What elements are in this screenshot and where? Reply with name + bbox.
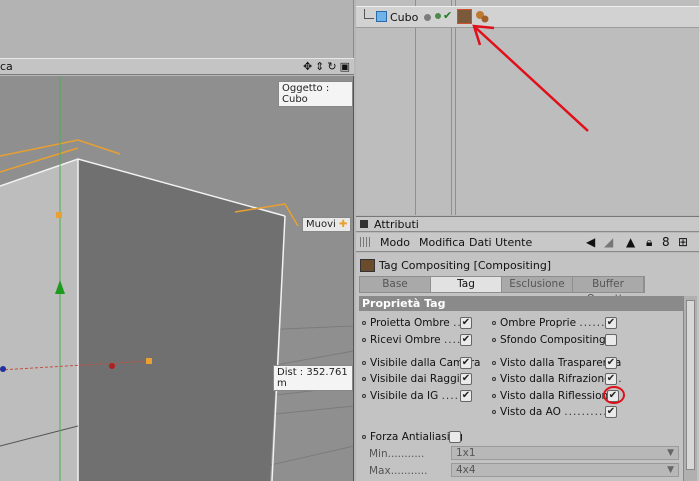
prop-forza-antialiasing: Forza Antialiasing xyxy=(362,431,463,443)
tab-esclusione[interactable]: Esclusione xyxy=(502,277,573,292)
prop-visto-ao: Visto da AO .......... xyxy=(492,406,608,418)
settings-icon[interactable]: 8 xyxy=(662,235,670,249)
checkbox-ricevi-ombre[interactable]: ✔ xyxy=(460,334,472,346)
attributes-menu-bar: Modo Modifica Dati Utente ◀ ◢ ▲ 🔒︎ 8 ⊞ xyxy=(356,233,699,252)
checkbox-visibile-ig[interactable]: ✔ xyxy=(460,390,472,402)
checkbox-ombre-proprie[interactable]: ✔ xyxy=(605,317,617,329)
rotate-icon[interactable]: ↻ xyxy=(327,59,336,74)
scrollbar[interactable] xyxy=(683,296,697,481)
attributes-title-bar: Attributi xyxy=(356,216,699,232)
move-icon[interactable]: ✥ xyxy=(303,59,312,74)
max-label: Max........... xyxy=(369,465,428,477)
tree-connector xyxy=(364,9,374,19)
checkbox-visto-ao[interactable]: ✔ xyxy=(605,406,617,418)
distance-label: Dist : 352.761 m xyxy=(273,365,353,391)
prop-visto-riflessione: Visto dalla Riflessione xyxy=(492,390,615,402)
viewport-menu-fragment[interactable]: ca xyxy=(0,60,13,73)
prop-ombre-proprie: Ombre Proprie ....... xyxy=(492,317,610,329)
prop-visibile-ig: Visibile da IG .... xyxy=(362,390,459,402)
min-label: Min........... xyxy=(369,448,425,460)
checkbox-sfondo-compositing[interactable]: ✔ xyxy=(605,334,617,346)
checkbox-visto-trasparenza[interactable]: ✔ xyxy=(605,357,617,369)
enabled-check-icon[interactable]: ✔ xyxy=(443,9,452,22)
tab-base[interactable]: Base xyxy=(360,277,431,292)
move-label: Muovi ✚ xyxy=(302,217,352,232)
chevron-down-icon: ▼ xyxy=(667,465,674,475)
prop-ricevi-ombre: Ricevi Ombre .... xyxy=(362,334,461,346)
layer-dot-icon[interactable] xyxy=(424,14,431,21)
checkbox-visibile-raggi[interactable]: ✔ xyxy=(460,373,472,385)
min-dropdown[interactable]: 1x1 ▼ xyxy=(451,446,679,460)
tab-bar: Base Tag Esclusione Buffer Oggetto xyxy=(359,276,645,305)
panel-icon xyxy=(360,220,368,228)
up-arrow-icon[interactable]: ▲ xyxy=(626,235,635,249)
app-window: ca ✥ ⇕ ↻ ▣ Oggetto: Cubo Muovi ✚ Dist:… xyxy=(0,0,699,481)
grip-icon[interactable] xyxy=(360,237,370,247)
menu-modo[interactable]: Modo xyxy=(380,236,410,249)
checkbox-visibile-camera[interactable]: ✔ xyxy=(460,357,472,369)
tag-name: Tag Compositing [Compositing] xyxy=(379,258,552,272)
highlight-circle xyxy=(603,386,625,404)
section-header[interactable]: Proprietà Tag xyxy=(359,296,685,311)
visibility-dot-icon[interactable] xyxy=(435,13,441,19)
checkbox-visto-rifrazione[interactable]: ✔ xyxy=(605,373,617,385)
attributes-title: Attributi xyxy=(374,218,419,231)
viewport-menu-bar: ca ✥ ⇕ ↻ ▣ xyxy=(0,58,354,75)
cube-icon xyxy=(376,11,387,22)
scrollbar-thumb[interactable] xyxy=(686,300,695,470)
forward-arrow-icon[interactable]: ◢ xyxy=(604,235,613,249)
new-panel-icon[interactable]: ⊞ xyxy=(678,235,688,249)
checkbox-proietta-ombre[interactable]: ✔ xyxy=(460,317,472,329)
object-name[interactable]: Cubo xyxy=(390,11,418,24)
dolly-icon[interactable]: ⇕ xyxy=(315,59,324,74)
lock-icon[interactable]: 🔒︎ xyxy=(646,235,652,249)
prop-visto-rifrazione: Visto dalla Rifrazione .. xyxy=(492,373,623,385)
back-arrow-icon[interactable]: ◀ xyxy=(586,235,595,249)
prop-visto-trasparenza: Visto dalla Trasparenza xyxy=(492,357,621,369)
prop-sfondo-compositing: Sfondo Compositing .. xyxy=(492,334,618,346)
3d-viewport[interactable]: Oggetto : Cubo Muovi ✚ Dist : 352.761 m xyxy=(0,76,354,481)
viewport-top-area xyxy=(0,0,354,58)
viewport-scene xyxy=(0,76,353,481)
checkbox-forza-antialiasing[interactable]: ✔ xyxy=(449,431,461,443)
tag-header: Tag Compositing [Compositing] xyxy=(360,257,551,273)
max-dropdown[interactable]: 4x4 ▼ xyxy=(451,463,679,477)
compositing-tag-icon xyxy=(360,258,375,272)
menu-modifica[interactable]: Modifica xyxy=(419,236,465,249)
viewport-object-label: Oggetto : Cubo xyxy=(278,81,353,107)
maximize-icon[interactable]: ▣ xyxy=(340,59,350,74)
annotation-arrow xyxy=(472,24,589,132)
tab-tag[interactable]: Tag xyxy=(431,277,502,292)
prop-proietta-ombre: Proietta Ombre .... xyxy=(362,317,470,329)
tab-buffer-oggetto[interactable]: Buffer Oggetto xyxy=(573,277,644,305)
chevron-down-icon: ▼ xyxy=(667,448,674,458)
menu-dati-utente[interactable]: Dati Utente xyxy=(469,236,532,249)
prop-visibile-raggi: Visibile dai Raggi .. xyxy=(362,373,472,385)
